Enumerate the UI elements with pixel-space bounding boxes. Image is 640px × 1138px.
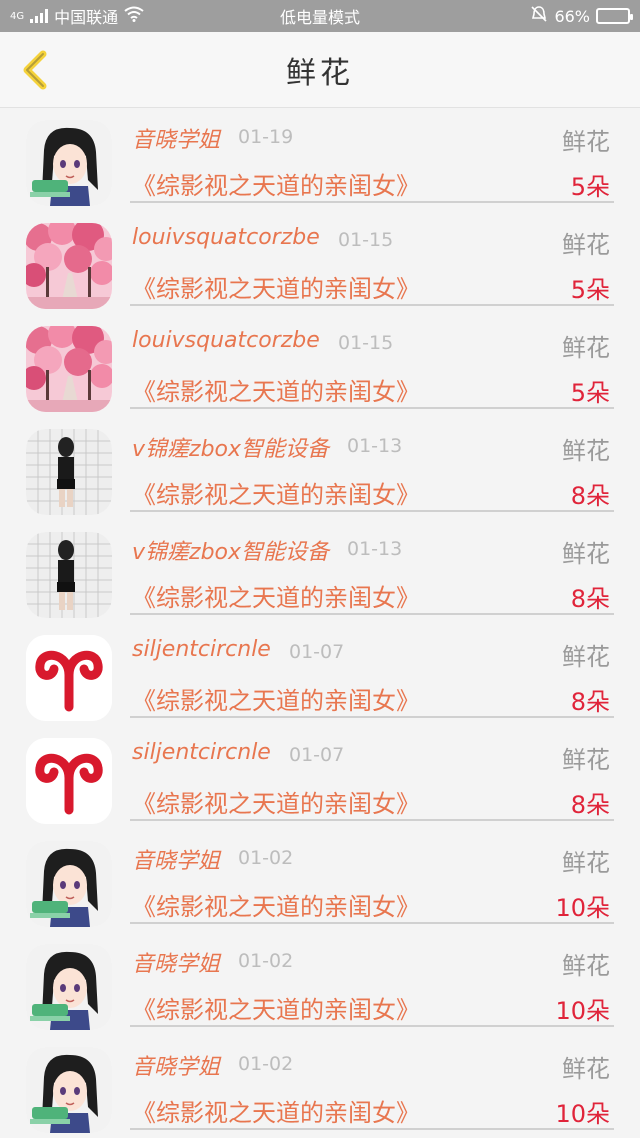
avatar[interactable] [26,1047,112,1133]
row-divider [130,407,614,409]
user-name[interactable]: 音晓学姐 [132,122,220,154]
user-name[interactable]: 音晓学姐 [132,843,220,875]
gift-count: 5朵 [570,276,610,304]
gift-type: 鲜花 [562,746,610,774]
gift-record-row[interactable]: v锦瘥zbox智能设备 01-13 鲜花《综影视之天道的亲闺女》 8朵 [0,421,640,524]
avatar[interactable] [26,223,112,309]
gift-date: 01-13 [347,538,403,560]
gift-date: 01-13 [347,435,403,457]
gift-date: 01-02 [238,950,294,972]
row-divider [130,922,614,924]
book-title[interactable]: 《综影视之天道的亲闺女》 [132,269,420,304]
alarm-muted-icon [530,5,548,27]
battery-percent: 66% [554,6,590,26]
user-name[interactable]: v锦瘥zbox智能设备 [132,534,329,566]
book-title[interactable]: 《综影视之天道的亲闺女》 [132,1093,420,1128]
user-name[interactable]: siljentcircnle [132,740,271,765]
gift-record-row[interactable]: 音晓学姐 01-19 鲜花《综影视之天道的亲闺女》 5朵 [0,112,640,215]
book-title[interactable]: 《综影视之天道的亲闺女》 [132,372,420,407]
row-divider [130,304,614,306]
avatar[interactable] [26,120,112,206]
gift-record-list: 音晓学姐 01-19 鲜花 《综影视之天道的亲闺女》 5朵 louivsquatcorzb… [0,112,640,1138]
avatar[interactable] [26,635,112,721]
chevron-left-icon [23,50,47,90]
status-bar: 4G 中国联通 低电量模式 66% [0,0,640,32]
page-title: 鲜花 [286,55,354,91]
gift-type: 鲜花 [562,952,610,980]
gift-record-row[interactable]: 音晓学姐 01-02 鲜花《综影视之天道的亲闺女》 10朵 [0,936,640,1039]
gift-count: 8朵 [570,688,610,716]
user-name[interactable]: 音晓学姐 [132,1049,220,1081]
gift-count: 8朵 [570,585,610,613]
gift-date: 01-07 [289,641,345,663]
avatar[interactable] [26,532,112,618]
gift-type: 鲜花 [562,643,610,671]
gift-date: 01-07 [289,744,345,766]
user-name[interactable]: louivsquatcorzbe [132,328,320,353]
wifi-icon [124,6,144,26]
row-divider [130,819,614,821]
book-title[interactable]: 《综影视之天道的亲闺女》 [132,990,420,1025]
battery-icon [596,8,633,24]
app-header: 鲜花 [0,32,640,108]
status-right: 66% [530,5,633,27]
gift-record-row[interactable]: 音晓学姐 01-02 鲜花《综影视之天道的亲闺女》 10朵 [0,1039,640,1138]
gift-count: 10朵 [555,894,610,922]
network-type: 4G [10,10,25,22]
book-title[interactable]: 《综影视之天道的亲闺女》 [132,887,420,922]
gift-record-row[interactable]: 音晓学姐 01-02 鲜花《综影视之天道的亲闺女》 10朵 [0,833,640,936]
book-title[interactable]: 《综影视之天道的亲闺女》 [132,578,420,613]
gift-type: 鲜花 [562,334,610,362]
gift-count: 10朵 [555,1100,610,1128]
gift-record-row[interactable]: louivsquatcorzbe 01-15 鲜花《综影视之天道的亲闺女》 5朵 [0,318,640,421]
book-title[interactable]: 《综影视之天道的亲闺女》 [132,681,420,716]
book-title[interactable]: 《综影视之天道的亲闺女》 [132,475,420,510]
avatar[interactable] [26,944,112,1030]
row-divider [130,201,614,203]
row-divider [130,510,614,512]
gift-type: 鲜花 [562,231,610,259]
gift-date: 01-15 [338,229,394,251]
gift-type: 鲜花 [562,128,610,156]
row-divider [130,1025,614,1027]
gift-date: 01-02 [238,847,294,869]
back-button[interactable] [14,50,54,90]
gift-count: 8朵 [570,791,610,819]
avatar[interactable] [26,738,112,824]
gift-count: 10朵 [555,997,610,1025]
book-title[interactable]: 《综影视之天道的亲闺女》 [132,784,420,819]
gift-date: 01-15 [338,332,394,354]
gift-count: 8朵 [570,482,610,510]
gift-date: 01-02 [238,1053,294,1075]
gift-type: 鲜花 [562,540,610,568]
user-name[interactable]: 音晓学姐 [132,946,220,978]
user-name[interactable]: louivsquatcorzbe [132,225,320,250]
avatar[interactable] [26,326,112,412]
carrier-name: 中国联通 [54,8,119,27]
row-divider [130,613,614,615]
gift-record-row[interactable]: v锦瘥zbox智能设备 01-13 鲜花《综影视之天道的亲闺女》 8朵 [0,524,640,627]
gift-type: 鲜花 [562,1055,610,1083]
gift-type: 鲜花 [562,849,610,877]
gift-count: 5朵 [570,173,610,201]
gift-record-row[interactable]: siljentcircnle 01-07 鲜花《综影视之天道的亲闺女》 8朵 [0,627,640,730]
gift-record-row[interactable]: siljentcircnle 01-07 鲜花《综影视之天道的亲闺女》 8朵 [0,730,640,833]
gift-count: 5朵 [570,379,610,407]
user-name[interactable]: siljentcircnle [132,637,271,662]
signal-icon [30,9,49,23]
gift-record-row[interactable]: louivsquatcorzbe 01-15 鲜花《综影视之天道的亲闺女》 5朵 [0,215,640,318]
gift-type: 鲜花 [562,437,610,465]
row-divider [130,716,614,718]
row-divider [130,1128,614,1130]
user-name[interactable]: v锦瘥zbox智能设备 [132,431,329,463]
avatar[interactable] [26,841,112,927]
gift-date: 01-19 [238,126,294,148]
book-title[interactable]: 《综影视之天道的亲闺女》 [132,166,420,201]
avatar[interactable] [26,429,112,515]
status-left: 4G 中国联通 [10,4,144,28]
